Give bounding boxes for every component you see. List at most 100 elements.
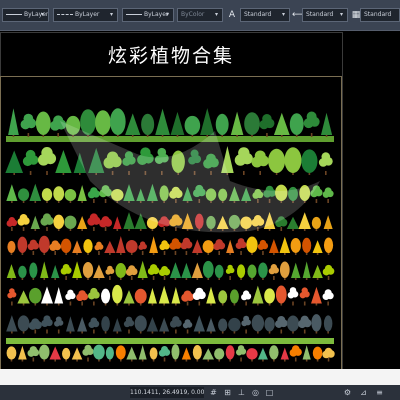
plant-symbol xyxy=(7,288,17,306)
grid-icon[interactable]: # xyxy=(208,387,219,398)
plant-symbol xyxy=(284,147,302,175)
plot-style-dropdown[interactable]: ByColor ▾ xyxy=(177,8,223,22)
plant-symbol xyxy=(49,346,61,362)
plant-symbol xyxy=(302,237,312,255)
table-style-dropdown-label: Standard xyxy=(364,11,392,18)
plant-symbol xyxy=(290,238,301,255)
plant-symbol xyxy=(229,289,239,306)
plant-symbol xyxy=(169,262,182,280)
plant-symbol xyxy=(312,240,323,255)
plant-symbol xyxy=(257,347,268,362)
annotation-icon[interactable]: ⊿ xyxy=(358,387,369,398)
plant-symbol xyxy=(123,290,135,306)
plant-symbol xyxy=(159,317,170,334)
chevron-down-icon: ▾ xyxy=(109,11,113,18)
chevron-down-icon: ▾ xyxy=(165,11,169,18)
plant-symbol xyxy=(134,315,147,334)
plant-symbol xyxy=(301,149,318,175)
plant-symbol xyxy=(99,216,113,231)
plant-symbol xyxy=(215,113,229,137)
plant-symbol xyxy=(28,318,42,334)
plant-symbol xyxy=(214,348,225,362)
plant-symbol xyxy=(287,287,299,306)
plant-symbol xyxy=(155,108,170,137)
plant-symbol xyxy=(147,264,160,280)
plant-symbol xyxy=(54,316,64,334)
plant-symbol xyxy=(257,239,269,255)
plant-symbol xyxy=(193,315,205,334)
table-style-dropdown[interactable]: Standard xyxy=(360,8,400,22)
ortho-icon[interactable]: ⊥ xyxy=(236,387,247,398)
properties-toolbar: ByLayer ▾ ByLayer ▾ ByLayer ▾ ByColor ▾ … xyxy=(0,0,400,31)
workspace-icon[interactable]: ⚙ xyxy=(342,387,353,398)
plant-symbol xyxy=(41,188,53,203)
plant-symbol xyxy=(192,287,206,306)
plant-symbol xyxy=(264,288,275,306)
plant-symbol xyxy=(171,344,180,362)
plant-symbol xyxy=(27,239,40,255)
plant-symbol xyxy=(6,346,17,362)
plant-symbol xyxy=(105,346,114,362)
plant-symbol xyxy=(169,316,182,334)
plant-symbol xyxy=(6,315,18,334)
plant-symbol xyxy=(252,285,264,306)
plant-symbol xyxy=(302,261,311,280)
plant-symbol xyxy=(17,213,30,231)
plant-symbol xyxy=(49,240,62,255)
plant-symbol xyxy=(38,235,50,255)
plant-symbol xyxy=(286,216,300,231)
text-style-icon[interactable]: A xyxy=(226,8,238,22)
plant-symbol xyxy=(93,264,105,280)
plant-symbol xyxy=(77,216,88,231)
plant-symbol xyxy=(226,239,235,255)
plant-symbol xyxy=(192,239,203,255)
plant-symbol xyxy=(323,237,334,255)
plant-symbol xyxy=(17,315,30,334)
plant-symbol xyxy=(77,185,87,203)
plant-symbol xyxy=(82,261,94,280)
plant-symbol xyxy=(101,316,110,334)
plant-symbol xyxy=(312,346,323,362)
osnap-icon[interactable]: □ xyxy=(264,387,275,398)
plant-symbol xyxy=(76,290,89,306)
plant-symbol xyxy=(55,149,72,175)
plant-symbol xyxy=(169,238,182,255)
plant-symbol xyxy=(125,113,141,137)
command-line-area[interactable] xyxy=(0,369,400,385)
plant-symbol xyxy=(137,260,148,280)
plant-symbol xyxy=(170,111,185,137)
drawing-canvas[interactable]: 炫彩植物合集 xyxy=(0,31,400,369)
plant-symbol xyxy=(322,289,334,306)
plant-symbol xyxy=(123,316,135,334)
plant-symbol xyxy=(18,265,27,280)
settings-icon[interactable]: ≡ xyxy=(374,387,385,398)
plant-symbol xyxy=(159,240,170,255)
snap-icon[interactable]: ⊞ xyxy=(222,387,233,398)
plant-symbol xyxy=(302,345,311,362)
plant-symbol xyxy=(200,108,215,137)
plant-symbol xyxy=(273,112,290,137)
lineweight-dropdown[interactable]: ByLayer ▾ xyxy=(122,8,174,22)
plant-symbol xyxy=(322,187,334,203)
linetype-dropdown[interactable]: ByLayer ▾ xyxy=(53,8,118,22)
plant-symbol xyxy=(246,348,258,362)
plant-symbol xyxy=(87,287,100,306)
plant-symbol xyxy=(311,286,322,306)
plant-symbol xyxy=(66,316,75,334)
plant-symbol xyxy=(125,239,138,255)
plant-symbol xyxy=(51,264,60,280)
plot-style-dropdown-label: ByColor xyxy=(181,11,205,18)
dim-style-dropdown-label: Standard xyxy=(306,11,334,18)
layer-dropdown[interactable]: ByLayer ▾ xyxy=(2,8,49,22)
plant-symbol xyxy=(113,216,122,231)
plant-symbol xyxy=(218,318,228,334)
plant-symbol xyxy=(235,238,247,255)
polar-icon[interactable]: ◎ xyxy=(250,387,261,398)
text-style-dropdown[interactable]: Standard ▾ xyxy=(240,8,290,22)
plant-symbol xyxy=(251,314,265,334)
plant-symbol xyxy=(29,262,38,280)
plant-symbol xyxy=(53,186,65,203)
plant-symbol xyxy=(191,262,203,280)
dim-style-dropdown[interactable]: Standard ▾ xyxy=(302,8,348,22)
plant-symbol xyxy=(289,113,304,137)
